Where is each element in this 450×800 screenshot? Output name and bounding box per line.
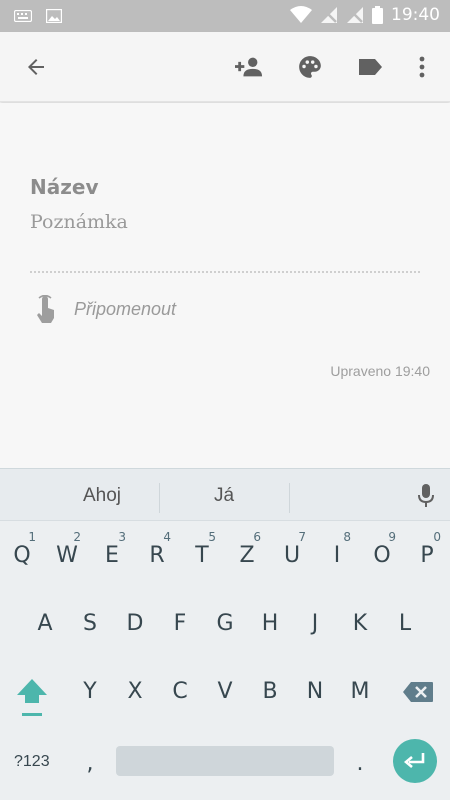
key-q[interactable]: Q1 xyxy=(2,530,42,568)
key-x[interactable]: X xyxy=(115,679,155,704)
palette-icon xyxy=(299,56,321,78)
note-title-field[interactable]: Název xyxy=(30,175,98,199)
keyboard-icon xyxy=(14,10,32,22)
key-u[interactable]: U7 xyxy=(272,530,312,568)
add-collaborator-button[interactable] xyxy=(235,53,263,81)
status-time: 19:40 xyxy=(391,5,440,25)
suggestion-divider xyxy=(159,483,160,513)
back-button[interactable] xyxy=(22,53,50,81)
backspace-key[interactable] xyxy=(402,681,434,708)
note-editor: Název Poznámka Připomenout Upraveno 19:4… xyxy=(0,103,450,468)
key-label: O xyxy=(373,543,391,568)
key-i[interactable]: I8 xyxy=(317,530,357,568)
key-k[interactable]: K xyxy=(340,611,380,636)
key-hint: 0 xyxy=(433,530,441,544)
key-label: Z xyxy=(239,543,255,568)
person-add-icon xyxy=(235,57,263,77)
label-button[interactable] xyxy=(356,53,384,81)
suggestion-item[interactable]: Ahoj xyxy=(62,485,142,507)
key-d[interactable]: D xyxy=(115,611,155,636)
key-j[interactable]: J xyxy=(295,611,335,636)
status-bar: 19:40 xyxy=(0,0,450,32)
battery-icon xyxy=(372,6,383,24)
key-v[interactable]: V xyxy=(205,679,245,704)
backspace-icon xyxy=(403,682,433,702)
key-label: U xyxy=(283,543,301,568)
more-vertical-icon xyxy=(419,56,425,78)
key-f[interactable]: F xyxy=(160,611,200,636)
key-g[interactable]: G xyxy=(205,611,245,636)
key-hint: 7 xyxy=(298,530,306,544)
period-key[interactable]: . xyxy=(340,751,380,776)
shift-key[interactable] xyxy=(16,677,48,724)
note-toolbar xyxy=(0,32,450,102)
key-hint: 8 xyxy=(343,530,351,544)
symbols-key[interactable]: ?123 xyxy=(14,753,50,771)
label-icon xyxy=(359,59,382,75)
more-options-button[interactable] xyxy=(408,53,436,81)
key-s[interactable]: S xyxy=(70,611,110,636)
key-e[interactable]: E3 xyxy=(92,530,132,568)
reminder-row[interactable]: Připomenout xyxy=(34,295,176,323)
suggestion-strip: Ahoj Já xyxy=(0,469,450,521)
comma-key[interactable]: , xyxy=(70,751,110,776)
microphone-icon xyxy=(418,484,434,507)
enter-key[interactable] xyxy=(393,739,437,783)
key-label: P xyxy=(420,543,434,568)
key-hint: 3 xyxy=(118,530,126,544)
shift-arrow-icon xyxy=(17,679,47,716)
image-icon xyxy=(46,9,62,23)
key-l[interactable]: L xyxy=(385,611,425,636)
key-label: T xyxy=(195,543,209,568)
key-r[interactable]: R4 xyxy=(137,530,177,568)
key-b[interactable]: B xyxy=(250,679,290,704)
key-label: W xyxy=(56,543,78,568)
note-body-field[interactable]: Poznámka xyxy=(30,211,128,233)
key-n[interactable]: N xyxy=(295,679,335,704)
key-hint: 1 xyxy=(28,530,36,544)
key-p[interactable]: P0 xyxy=(407,530,447,568)
key-m[interactable]: M xyxy=(340,679,380,704)
no-signal-icon xyxy=(347,7,363,23)
key-w[interactable]: W2 xyxy=(47,530,87,568)
keyboard: Ahoj Já Q1 W2 E3 R4 T5 Z6 U7 I8 O9 P0 A … xyxy=(0,468,450,800)
key-label: E xyxy=(105,543,119,568)
arrow-left-icon xyxy=(28,59,44,75)
no-signal-icon xyxy=(321,7,337,23)
voice-input-button[interactable] xyxy=(417,483,435,514)
divider xyxy=(30,271,420,273)
reminder-label: Připomenout xyxy=(74,298,177,319)
reminder-finger-icon xyxy=(37,295,54,323)
key-hint: 9 xyxy=(388,530,396,544)
enter-icon xyxy=(403,753,425,768)
space-key[interactable] xyxy=(116,746,334,776)
suggestion-item[interactable]: Já xyxy=(184,485,264,507)
key-hint: 5 xyxy=(208,530,216,544)
key-z[interactable]: Z6 xyxy=(227,530,267,568)
key-label: I xyxy=(333,543,341,568)
wifi-icon xyxy=(290,6,312,23)
key-y[interactable]: Y xyxy=(70,679,110,704)
suggestion-divider xyxy=(289,483,290,513)
key-c[interactable]: C xyxy=(160,679,200,704)
key-hint: 6 xyxy=(253,530,261,544)
key-h[interactable]: H xyxy=(250,611,290,636)
key-o[interactable]: O9 xyxy=(362,530,402,568)
edited-timestamp: Upraveno 19:40 xyxy=(330,363,430,379)
key-label: R xyxy=(149,543,165,568)
key-hint: 4 xyxy=(163,530,171,544)
key-a[interactable]: A xyxy=(25,611,65,636)
key-label: Q xyxy=(13,543,31,568)
key-hint: 2 xyxy=(73,530,81,544)
color-button[interactable] xyxy=(296,53,324,81)
key-t[interactable]: T5 xyxy=(182,530,222,568)
